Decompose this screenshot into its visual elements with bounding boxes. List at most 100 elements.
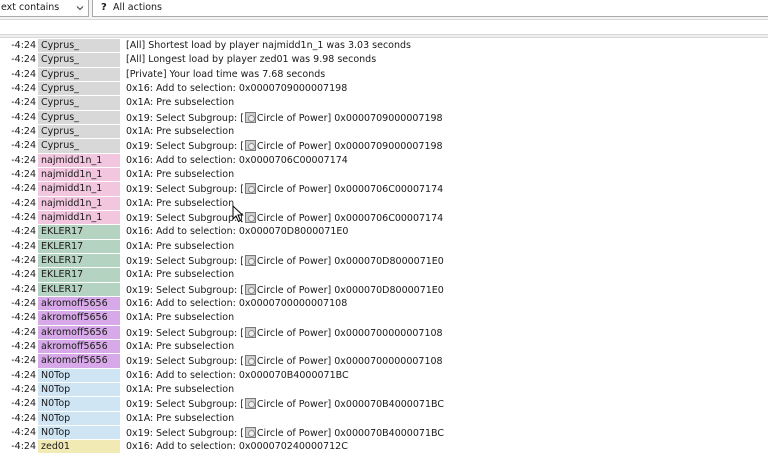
log-row[interactable]: -4:24 N0Top 0x1A: Pre subselection — [0, 411, 768, 426]
log-time: -4:24 — [11, 383, 36, 395]
log-time: -4:24 — [11, 426, 36, 438]
player-name: akromoff5656 — [38, 311, 120, 325]
log-message-target: Circle of Power] 0x000070B4000071BC — [256, 427, 444, 439]
log-message: 0x1A: Pre subselection — [126, 269, 234, 280]
log-message: [Private] Your load time was 7.68 second… — [126, 69, 325, 80]
log-message: 0x19: Select Subgroup: [Circle of Power]… — [126, 183, 443, 195]
log-time: -4:24 — [11, 154, 36, 166]
log-row[interactable]: -4:24 najmidd1n_1 0x19: Select Subgroup: [… — [0, 210, 768, 225]
log-message-text: [All] Shortest load by player najmidd1n_… — [126, 40, 411, 51]
log-row[interactable]: -4:24 Cyprus_ 0x1A: Pre subselection — [0, 96, 768, 110]
log-time: -4:24 — [11, 97, 36, 109]
log-message: [All] Longest load by player zed01 was 9… — [126, 54, 376, 65]
player-name: EKLER17 — [38, 239, 120, 253]
log-message: 0x16: Add to selection: 0x00007090000071… — [126, 83, 347, 94]
log-time: -4:24 — [11, 312, 36, 324]
log-time: -4:24 — [11, 398, 36, 410]
log-message-target: Circle of Power] 0x0000700000007108 — [256, 327, 443, 339]
log-time: -4:24 — [11, 297, 36, 309]
player-name: najmidd1n_1 — [38, 196, 120, 210]
log-message-text: 0x1A: Pre subselection — [126, 412, 235, 424]
log-row[interactable]: -4:24 Cyprus_ 0x16: Add to selection: 0x00… — [0, 81, 768, 96]
log-message-text: 0x1A: Pre subselection — [126, 197, 235, 209]
player-name: EKLER17 — [38, 253, 120, 268]
log-row[interactable]: -4:24 EKLER17 0x1A: Pre subselection — [0, 239, 768, 254]
log-message-text: [Private] Your load time was 7.68 second… — [126, 68, 326, 80]
log-message-text: [All] Longest load by player zed01 was 9… — [126, 54, 377, 66]
log-time: -4:24 — [11, 211, 36, 223]
player-name: Cyprus_ — [38, 139, 120, 153]
log-time: -4:24 — [11, 355, 36, 367]
player-name: Cyprus_ — [38, 96, 120, 110]
log-row[interactable]: -4:24 N0Top 0x16: Add to selection: 0x0000… — [0, 368, 768, 383]
log-row[interactable]: -4:24 akromoff5656 0x1A: Pre subselection — [0, 339, 768, 354]
player-name: akromoff5656 — [38, 325, 120, 339]
log-message: 0x19: Select Subgroup: [ Circle of Power]… — [126, 326, 443, 339]
log-row[interactable]: -4:24 akromoff5656 0x16: Add to selection:… — [0, 296, 768, 311]
log-row[interactable]: -4:24 najmidd1n_1 0x19: Select Subgroup: [… — [0, 182, 768, 196]
log-message: 0x16: Add to selection: 0x0000706C000071… — [126, 155, 348, 166]
log-message-target: Circle of Power] 0x0000709000007198 — [256, 112, 443, 124]
log-message: 0x19: Select Subgroup: [Circle of Power]… — [126, 140, 443, 152]
circle-of-power-icon — [244, 140, 256, 152]
log-message-text: 0x1A: Pre subselection — [126, 269, 235, 281]
log-message: 0x19: Select Subgroup: [Circle of Power]… — [126, 426, 444, 439]
player-name: Cyprus_ — [38, 53, 120, 67]
log-row[interactable]: -4:24 Cyprus_ [All] Shortest load by playe… — [0, 39, 768, 53]
log-message-text: 0x16: Add to selection: 0x000070D8000071… — [126, 226, 349, 238]
log-row[interactable]: -4:24 N0Top 0x1A: Pre subselection — [0, 382, 768, 397]
log-row[interactable]: -4:24 najmidd1n_1 0x1A: Pre subselection — [0, 196, 768, 211]
log-row[interactable]: -4:24 N0Top 0x19: Select Subgroup: [Circle… — [0, 425, 768, 440]
player-name: EKLER17 — [38, 225, 120, 239]
log-row[interactable]: -4:24 N0Top 0x19: Select Subgroup: [Circle… — [0, 397, 768, 411]
player-name: akromoff5656 — [38, 339, 120, 354]
filter-type-select[interactable]: ext contains — [0, 0, 89, 17]
log-message: 0x16: Add to selection: 0x000070D8000071… — [126, 226, 348, 237]
log-row[interactable]: -4:24 najmidd1n_1 0x1A: Pre subselection — [0, 167, 768, 182]
log-message-text: 0x1A: Pre subselection — [126, 97, 235, 109]
player-name: zed01 — [38, 440, 120, 454]
circle-of-power-icon — [244, 326, 256, 338]
log-message-text: 0x19: Select Subgroup: [ — [126, 184, 244, 196]
log-time: -4:24 — [11, 412, 36, 424]
log-message-text: 0x19: Select Subgroup: [ — [126, 327, 244, 339]
log-time: -4:24 — [11, 54, 36, 66]
log-time: -4:24 — [11, 283, 36, 295]
log-header-divider[interactable] — [0, 34, 768, 38]
log-row[interactable]: -4:24 Cyprus_ [All] Longest load by player… — [0, 53, 768, 67]
player-name: najmidd1n_1 — [38, 153, 120, 167]
log-row[interactable]: -4:24 EKLER17 0x19: Select Subgroup: [Circ… — [0, 253, 768, 268]
log-message-text: 0x1A: Pre subselection — [126, 168, 235, 180]
log-row[interactable]: -4:24 Cyprus_ 0x1A: Pre subselection — [0, 124, 768, 139]
log-time: -4:24 — [11, 269, 36, 281]
player-name: akromoff5656 — [38, 354, 120, 368]
log-row[interactable]: -4:24 EKLER17 0x1A: Pre subselection — [0, 268, 768, 282]
log-message: 0x19: Select Subgroup: [Circle of Power]… — [126, 398, 444, 410]
log-time: -4:24 — [11, 254, 36, 266]
mouse-cursor-icon — [232, 205, 244, 223]
log-row[interactable]: -4:24 akromoff5656 0x19: Select Subgroup: … — [0, 325, 768, 340]
log-message-text: 0x16: Add to selection: 0x00007090000071… — [126, 82, 348, 94]
log-row[interactable]: -4:24 najmidd1n_1 0x16: Add to selection: … — [0, 153, 768, 168]
log-row[interactable]: -4:24 Cyprus_ [Private] Your load time was… — [0, 67, 768, 82]
log-row[interactable]: -4:24 EKLER17 0x19: Select Subgroup: [Circ… — [0, 282, 768, 297]
log-row[interactable]: -4:24 akromoff5656 0x19: Select Subgroup: … — [0, 354, 768, 368]
log-row[interactable]: -4:24 zed01 0x16: Add to selection: 0x0000… — [0, 440, 768, 454]
log-message: 0x19: Select Subgroup: [Circle of Power]… — [126, 211, 444, 224]
log-message: 0x1A: Pre subselection — [126, 384, 234, 395]
log-message-text: 0x19: Select Subgroup: [ — [126, 141, 244, 153]
player-name: akromoff5656 — [38, 296, 120, 311]
action-log-list: -4:24 Cyprus_ [All] Shortest load by playe… — [0, 39, 768, 455]
player-name: najmidd1n_1 — [38, 167, 120, 182]
log-message: 0x16: Add to selection: 0x00007000000071… — [126, 298, 347, 309]
log-row[interactable]: -4:24 akromoff5656 0x1A: Pre subselection — [0, 311, 768, 325]
player-name: Cyprus_ — [38, 110, 120, 124]
log-row[interactable]: -4:24 EKLER17 0x16: Add to selection: 0x00… — [0, 225, 768, 239]
log-message-target: Circle of Power] 0x0000706C00007174 — [256, 212, 444, 224]
log-time: -4:24 — [11, 226, 36, 238]
log-time: -4:24 — [11, 140, 36, 152]
actions-filter-field[interactable]: ? All actions — [92, 0, 768, 17]
log-row[interactable]: -4:24 Cyprus_ 0x19: Select Subgroup: [Circ… — [0, 110, 768, 125]
log-message: 0x1A: Pre subselection — [126, 341, 234, 352]
log-row[interactable]: -4:24 Cyprus_ 0x19: Select Subgroup: [Circ… — [0, 139, 768, 153]
